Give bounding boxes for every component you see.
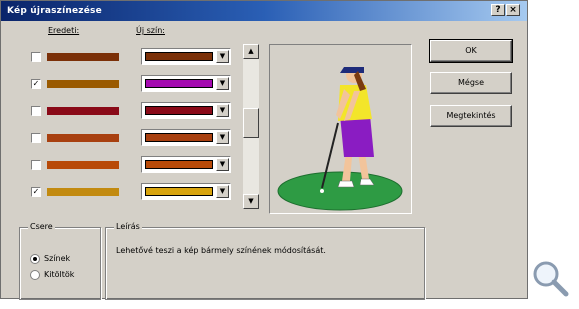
dropdown-arrow-icon[interactable]: ▼	[216, 77, 229, 90]
vertical-scrollbar[interactable]: ▲ ▼	[243, 44, 259, 209]
color-row: ✓ ▼	[19, 179, 264, 207]
scroll-thumb[interactable]	[243, 108, 259, 138]
color-row: ▼	[19, 44, 264, 72]
help-button[interactable]: ?	[491, 4, 505, 16]
new-color-dropdown[interactable]: ▼	[141, 156, 231, 173]
color-row: ▼	[19, 98, 264, 126]
window-title: Kép újraszínezése	[7, 6, 102, 16]
cancel-button[interactable]: Mégse	[430, 72, 512, 94]
picture-preview	[269, 44, 412, 214]
fills-radio-label[interactable]: Kitöltök	[44, 270, 74, 279]
new-color-dropdown[interactable]: ▼	[141, 48, 231, 65]
recolor-picture-dialog: Kép újraszínezése ? × Eredeti: Új szín: …	[0, 0, 528, 300]
new-color-swatch	[145, 106, 213, 115]
recolor-checkbox[interactable]	[31, 52, 41, 62]
new-color-swatch	[145, 79, 213, 88]
golfer-clipart	[277, 67, 403, 211]
view-button[interactable]: Megtekintés	[430, 105, 512, 127]
description-text: Lehetővé teszi a kép bármely színének mó…	[116, 246, 326, 255]
recolor-checkbox[interactable]: ✓	[31, 187, 41, 197]
color-list: ✓ ▼ ▼ ▼ ▼ ✓ ▼ ▼ ▲ ▼	[19, 44, 264, 209]
scroll-down-button[interactable]: ▼	[243, 194, 259, 209]
replace-legend: Csere	[28, 222, 55, 231]
new-color-dropdown[interactable]: ▼	[141, 183, 231, 200]
dropdown-arrow-icon[interactable]: ▼	[216, 104, 229, 117]
colors-radio-label[interactable]: Színek	[44, 254, 70, 263]
close-button[interactable]: ×	[506, 4, 520, 16]
recolor-checkbox[interactable]: ✓	[31, 79, 41, 89]
colors-radio[interactable]	[30, 254, 40, 264]
dropdown-arrow-icon[interactable]: ▼	[216, 50, 229, 63]
ok-button[interactable]: OK	[429, 39, 513, 63]
recolor-checkbox[interactable]	[31, 160, 41, 170]
original-column-header: Eredeti:	[48, 26, 80, 35]
original-color-swatch	[47, 107, 119, 115]
recolor-checkbox[interactable]	[31, 133, 41, 143]
scroll-up-button[interactable]: ▲	[243, 44, 259, 59]
new-color-dropdown[interactable]: ▼	[141, 75, 231, 92]
color-row: ▼	[19, 125, 264, 153]
original-color-swatch	[47, 53, 119, 61]
original-color-swatch	[47, 80, 119, 88]
description-legend: Leírás	[114, 222, 142, 231]
new-color-swatch	[145, 160, 213, 169]
fills-radio[interactable]	[30, 270, 40, 280]
dropdown-arrow-icon[interactable]: ▼	[216, 185, 229, 198]
description-groupbox: Leírás Lehetővé teszi a kép bármely szín…	[105, 222, 425, 300]
title-bar[interactable]: Kép újraszínezése ? ×	[1, 1, 527, 21]
replace-groupbox: Csere Színek Kitöltök	[19, 222, 101, 300]
new-color-swatch	[145, 52, 213, 61]
recolor-checkbox[interactable]	[31, 106, 41, 116]
new-color-swatch	[145, 187, 213, 196]
new-color-dropdown[interactable]: ▼	[141, 102, 231, 119]
new-color-dropdown[interactable]: ▼	[141, 129, 231, 146]
new-color-swatch	[145, 133, 213, 142]
color-row: ✓ ▼	[19, 71, 264, 99]
new-color-column-header: Új szín:	[136, 26, 165, 35]
dropdown-arrow-icon[interactable]: ▼	[216, 131, 229, 144]
original-color-swatch	[47, 188, 119, 196]
color-row: ▼	[19, 152, 264, 180]
magnifier-icon[interactable]	[530, 258, 570, 298]
original-color-swatch	[47, 134, 119, 142]
original-color-swatch	[47, 161, 119, 169]
dropdown-arrow-icon[interactable]: ▼	[216, 158, 229, 171]
